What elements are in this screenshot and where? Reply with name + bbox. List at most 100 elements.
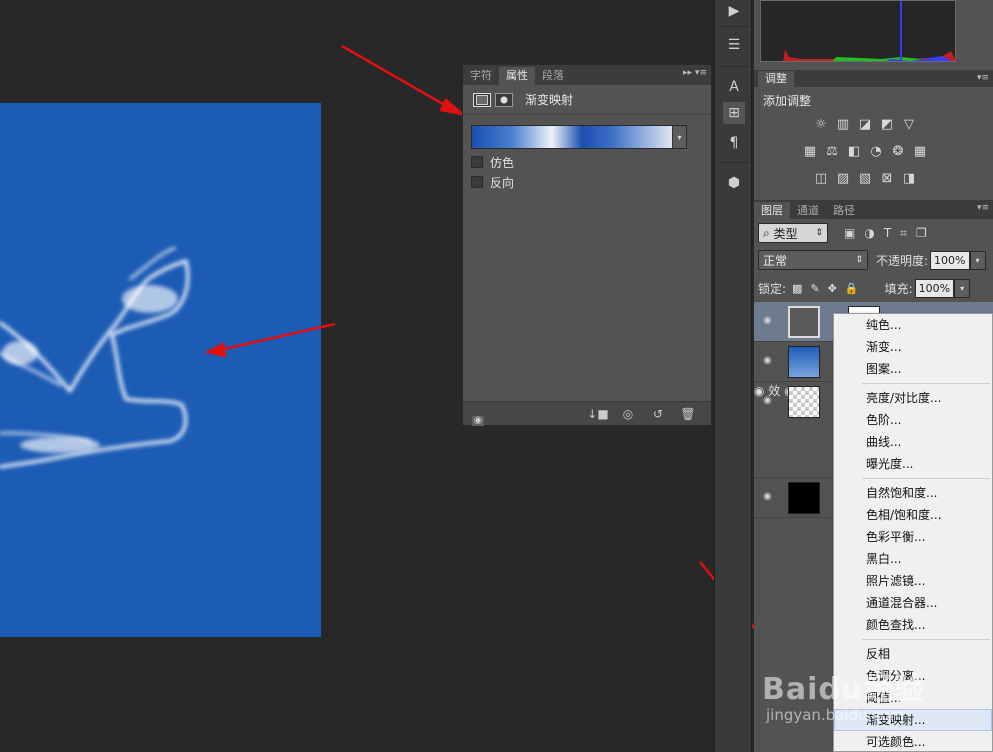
tab-properties[interactable]: 属性	[499, 67, 535, 85]
smart-object-filter-icon[interactable]: ❐	[916, 226, 927, 241]
gradient-preview[interactable]	[472, 126, 672, 148]
visibility-eye-icon[interactable]: ◉	[763, 396, 775, 406]
menu-item-color-lookup[interactable]: 颜色查找...	[834, 614, 992, 636]
properties-icon[interactable]: ⊞	[723, 102, 745, 124]
menu-item-hue-saturation[interactable]: 色相/饱和度...	[834, 504, 992, 526]
blend-mode-select[interactable]: 正常 ⇕	[758, 250, 868, 270]
panel-menu-icon[interactable]: ▾≡	[977, 73, 989, 83]
mask-icon[interactable]	[495, 92, 513, 107]
opacity-label: 不透明度:	[876, 253, 929, 268]
new-adjustment-context-menu: 纯色... 渐变... 图案... 亮度/对比度... 色阶... 曲线... …	[833, 313, 993, 752]
threshold-icon[interactable]: ▧	[857, 170, 874, 186]
bw-icon[interactable]: ◧	[846, 143, 863, 159]
layer-thumbnail	[788, 386, 820, 418]
menu-item-gradient[interactable]: 渐变...	[834, 336, 992, 358]
3d-cube-icon[interactable]: ⬢	[723, 172, 745, 194]
vibrance-icon[interactable]: ▦	[802, 143, 819, 159]
channel-mixer-icon[interactable]: ❂	[890, 143, 907, 159]
tab-paths[interactable]: 路径	[826, 202, 862, 219]
lock-all-icon[interactable]: 🔒	[845, 282, 859, 295]
visibility-eye-icon[interactable]: ◉	[763, 492, 775, 502]
view-previous-icon[interactable]: ◎	[617, 406, 639, 422]
search-icon: ⌕	[763, 225, 774, 240]
shape-filter-icon[interactable]: ⌗	[900, 226, 907, 241]
menu-item-gradient-map[interactable]: 渐变映射...	[834, 709, 992, 731]
menu-item-brightness-contrast[interactable]: 亮度/对比度...	[834, 387, 992, 409]
menu-item-posterize[interactable]: 色调分离...	[834, 665, 992, 687]
visibility-eye-icon[interactable]: ◉	[472, 416, 484, 426]
levels-icon[interactable]: ▥	[835, 116, 852, 132]
character-icon[interactable]: A	[723, 76, 745, 98]
fill-input[interactable]: 100%	[914, 278, 955, 298]
clip-to-layer-icon[interactable]: ↓■	[587, 406, 609, 422]
menu-item-invert[interactable]: 反相	[834, 643, 992, 665]
dither-checkbox[interactable]	[471, 156, 483, 168]
menu-item-pattern[interactable]: 图案...	[834, 358, 992, 380]
lock-label: 锁定:	[758, 281, 787, 296]
adjustment-layer-icon[interactable]	[473, 92, 491, 107]
adjustment-row: ☼ ▥ ◪ ◩ ▽	[800, 116, 930, 132]
gradient-picker[interactable]: ▾	[471, 125, 687, 149]
curves-icon[interactable]: ◪	[857, 116, 874, 132]
lock-move-icon[interactable]: ✥	[828, 282, 837, 295]
tab-paragraph[interactable]: 段落	[535, 67, 571, 85]
menu-item-black-white[interactable]: 黑白...	[834, 548, 992, 570]
menu-item-levels[interactable]: 色阶...	[834, 409, 992, 431]
gradient-map-icon[interactable]: ⊠	[879, 170, 896, 186]
exposure-icon[interactable]: ◩	[879, 116, 896, 132]
invert-icon[interactable]: ◫	[813, 170, 830, 186]
trash-icon[interactable]: 🗑	[677, 406, 699, 422]
pixel-filter-icon[interactable]: ▣	[844, 226, 855, 241]
menu-item-color-balance[interactable]: 色彩平衡...	[834, 526, 992, 548]
menu-item-solid-color[interactable]: 纯色...	[834, 314, 992, 336]
paragraph-icon[interactable]: ¶	[723, 132, 745, 154]
photo-filter-icon[interactable]: ◔	[868, 143, 885, 159]
grid-icon[interactable]: ▦	[912, 143, 929, 159]
tab-character[interactable]: 字符	[463, 67, 499, 85]
selective-color-icon[interactable]: ◨	[901, 170, 918, 186]
menu-item-selective-color[interactable]: 可选颜色...	[834, 731, 992, 752]
tab-adjustments[interactable]: 调整	[758, 71, 794, 87]
tab-channels[interactable]: 通道	[790, 202, 826, 219]
menu-item-channel-mixer[interactable]: 通道混合器...	[834, 592, 992, 614]
menu-item-threshold[interactable]: 阈值...	[834, 687, 992, 709]
adjustments-panel: 调整 ▾≡ 添加调整 ☼ ▥ ◪ ◩ ▽ ▦ ⚖ ◧ ◔ ❂ ▦ ◫ ▨ ▧ ⊠…	[754, 70, 993, 198]
triangle-icon[interactable]: ▽	[901, 116, 918, 132]
option-reverse[interactable]: 反向	[471, 175, 711, 190]
properties-footer: ↓■ ◎ ↺ ◉ 🗑	[463, 401, 711, 426]
type-filter-icon[interactable]: T	[884, 226, 891, 241]
panel-menu-icon[interactable]: ▸▸ ▾≡	[683, 68, 707, 78]
menu-item-photo-filter[interactable]: 照片滤镜...	[834, 570, 992, 592]
tab-layers[interactable]: 图层	[754, 202, 790, 219]
history-icon[interactable]: ☰	[723, 34, 745, 56]
reverse-checkbox[interactable]	[471, 176, 483, 188]
reset-icon[interactable]: ↺	[647, 406, 669, 422]
lock-brush-icon[interactable]: ✎	[810, 282, 819, 295]
filter-kind-select[interactable]: ⌕ 类型 ⇕	[758, 223, 828, 243]
brightness-icon[interactable]: ☼	[813, 116, 830, 132]
posterize-icon[interactable]: ▨	[835, 170, 852, 186]
adjustment-row: ▦ ⚖ ◧ ◔ ❂ ▦	[800, 143, 930, 159]
menu-separator	[862, 478, 990, 479]
chevron-down-icon[interactable]: ▾	[969, 250, 986, 270]
chevron-down-icon[interactable]: ▾	[954, 278, 971, 298]
option-dither[interactable]: 仿色	[471, 155, 711, 170]
play-icon[interactable]: ▶	[723, 0, 745, 22]
blend-mode-value: 正常	[763, 253, 788, 268]
menu-item-curves[interactable]: 曲线...	[834, 431, 992, 453]
visibility-eye-icon[interactable]: ◉	[763, 356, 775, 366]
chevron-down-icon[interactable]: ▾	[672, 126, 686, 148]
menu-item-vibrance[interactable]: 自然饱和度...	[834, 482, 992, 504]
visibility-eye-icon[interactable]: ◉	[763, 316, 775, 326]
menu-item-exposure[interactable]: 曝光度...	[834, 453, 992, 475]
adjustments-title: 添加调整	[763, 94, 812, 108]
opacity-input[interactable]: 100%	[930, 250, 970, 270]
panel-menu-icon[interactable]: ▾≡	[977, 203, 989, 213]
adjustments-tabbar: 调整 ▾≡	[754, 70, 993, 87]
lock-row: 锁定: ▩ ✎ ✥ 🔒 填充: 100% ▾	[758, 278, 990, 298]
adjustment-filter-icon[interactable]: ◑	[864, 226, 874, 241]
balance-icon[interactable]: ⚖	[824, 143, 841, 159]
lock-transparent-icon[interactable]: ▩	[792, 282, 802, 295]
canvas-document[interactable]	[0, 103, 321, 637]
layers-tabbar: 图层 通道 路径 ▾≡	[754, 200, 993, 219]
